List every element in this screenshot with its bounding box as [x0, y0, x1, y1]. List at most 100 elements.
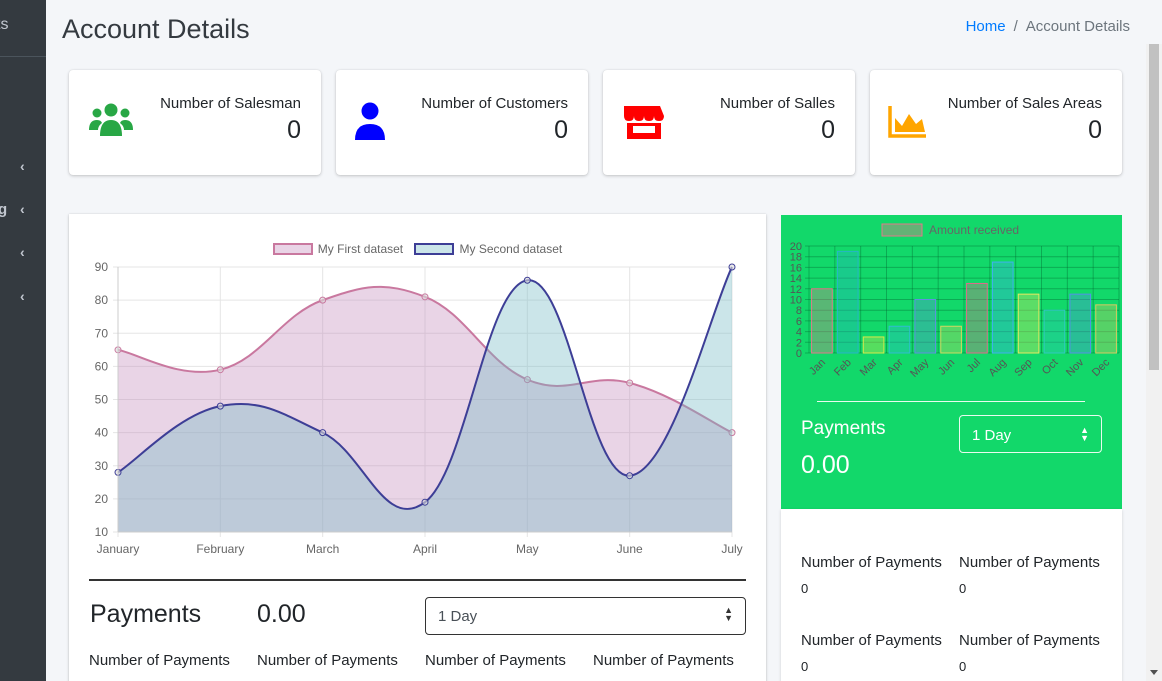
- info-box-label: Number of Customers: [421, 95, 568, 112]
- x-tick-label: February: [196, 542, 244, 556]
- y-tick-label: 12: [790, 284, 802, 296]
- x-tick-label: Sep: [1012, 357, 1034, 379]
- sidebar-divider: [0, 56, 46, 57]
- users-icon: [89, 103, 133, 136]
- y-tick-label: 40: [95, 426, 109, 440]
- y-tick-label: 16: [790, 262, 802, 274]
- info-box-value: 0: [821, 116, 835, 144]
- x-tick-label: January: [97, 542, 140, 556]
- bar: [914, 299, 937, 354]
- stat-value: 0: [959, 581, 967, 596]
- info-box-value: 0: [1088, 116, 1102, 144]
- x-tick-label: March: [306, 542, 339, 556]
- stat-label: Number of Payments: [257, 652, 398, 669]
- divider: [817, 401, 1085, 402]
- bar: [836, 250, 859, 354]
- info-box-label: Number of Salles: [719, 95, 835, 112]
- store-icon: [624, 106, 664, 139]
- stat-value: 0: [801, 581, 809, 596]
- data-point: [216, 366, 224, 374]
- x-tick-label: Feb: [832, 357, 854, 379]
- y-tick-label: 90: [95, 260, 109, 274]
- info-box-salesman: Number of Salesman 0: [69, 70, 321, 175]
- x-tick-label: Mar: [858, 356, 880, 378]
- y-tick-label: 10: [95, 525, 109, 539]
- bar: [811, 288, 833, 354]
- legend-label: Amount received: [929, 223, 1019, 237]
- scrollbar-thumb[interactable]: [1149, 44, 1159, 370]
- bar: [862, 336, 885, 354]
- info-box-salles: Number of Salles 0: [603, 70, 855, 175]
- breadcrumb-separator: /: [1013, 18, 1018, 35]
- bar: [966, 282, 988, 354]
- info-box-value: 0: [287, 116, 301, 144]
- sidebar-item-1[interactable]: ‹: [0, 156, 46, 180]
- stat-item: Number of Payments 0: [801, 632, 942, 674]
- period-select-value: 1 Day: [972, 427, 1012, 444]
- y-tick-label: 4: [796, 327, 802, 339]
- stat-value: 0: [801, 659, 809, 674]
- stat-value: 0: [959, 659, 967, 674]
- x-tick-label: Jul: [965, 357, 983, 375]
- period-select[interactable]: 1 Day ▲ ▼: [425, 597, 746, 635]
- y-tick-label: 20: [95, 492, 109, 506]
- select-arrows-icon: ▲ ▼: [724, 605, 733, 623]
- payments-label: Payments: [90, 600, 202, 628]
- stat-label: Number of Payments: [959, 632, 1100, 649]
- period-select[interactable]: 1 Day ▲ ▼: [959, 415, 1102, 453]
- green-card: Amount received 0 2 4 6 8 10 12 14 16 18 20 Jan Feb Ma…: [781, 215, 1122, 509]
- divider: [89, 579, 746, 581]
- y-tick-label: 0: [796, 348, 802, 360]
- page-title: Account Details: [62, 14, 250, 44]
- payments-value: 0.00: [801, 451, 850, 479]
- y-tick-label: 2: [796, 337, 802, 349]
- sidebar-item-2[interactable]: g ‹: [0, 199, 46, 223]
- breadcrumb-home-link[interactable]: Home: [966, 18, 1006, 35]
- stat-label: Number of Payments: [425, 652, 566, 669]
- stats-card: Number of Payments 0 Number of Payments …: [781, 509, 1122, 681]
- line-chart: 10 20 30 40 50 60 70 80 90 January February March Ap…: [95, 260, 743, 556]
- bar: [1095, 304, 1117, 354]
- info-box-sales-areas: Number of Sales Areas 0: [870, 70, 1122, 175]
- x-tick-label: Apr: [885, 356, 906, 377]
- stat-label: Number of Payments: [801, 554, 942, 571]
- y-tick-label: 20: [790, 241, 802, 253]
- stat-item: Number of Payments 0: [801, 554, 942, 596]
- period-select-value: 1 Day: [438, 608, 478, 625]
- bar: [991, 261, 1014, 354]
- bar: [1043, 309, 1066, 354]
- page-scrollbar[interactable]: [1146, 44, 1162, 681]
- bar-chart: Amount received02468101214161820Jan Feb Ma…: [790, 223, 1120, 380]
- chevron-left-icon: ‹: [20, 244, 25, 260]
- stat-item: Number of Payments 0: [959, 632, 1100, 674]
- y-tick-label: 8: [796, 305, 802, 317]
- bar: [940, 325, 962, 354]
- x-tick-label: Oct: [1040, 357, 1061, 378]
- x-tick-label: Jun: [936, 357, 957, 378]
- bar: [1069, 293, 1092, 354]
- data-point: [319, 296, 327, 304]
- y-tick-label: 70: [95, 326, 109, 340]
- info-box-label: Number of Salesman: [160, 95, 301, 112]
- stat-label: Number of Payments: [89, 652, 230, 669]
- sidebar-item-4[interactable]: ‹: [0, 286, 46, 310]
- bar: [1017, 293, 1040, 354]
- info-box-customers: Number of Customers 0: [336, 70, 588, 175]
- user-icon: [355, 102, 385, 140]
- y-tick-label: 14: [790, 273, 802, 285]
- info-box-label: Number of Sales Areas: [947, 95, 1102, 112]
- x-tick-label: May: [908, 356, 932, 380]
- chevron-left-icon: ‹: [20, 201, 25, 217]
- scroll-down-icon[interactable]: [1150, 670, 1158, 675]
- info-box-value: 0: [554, 116, 568, 144]
- y-tick-label: 80: [95, 293, 109, 307]
- data-point: [626, 472, 634, 480]
- x-tick-label: Aug: [987, 357, 1009, 379]
- y-tick-label: 30: [95, 459, 109, 473]
- x-tick-label: Jan: [807, 357, 828, 378]
- sidebar-item-3[interactable]: ‹: [0, 242, 46, 266]
- legend-swatch: [881, 223, 923, 237]
- data-point: [523, 276, 531, 284]
- x-tick-label: May: [516, 542, 539, 556]
- y-tick-label: 60: [95, 359, 109, 373]
